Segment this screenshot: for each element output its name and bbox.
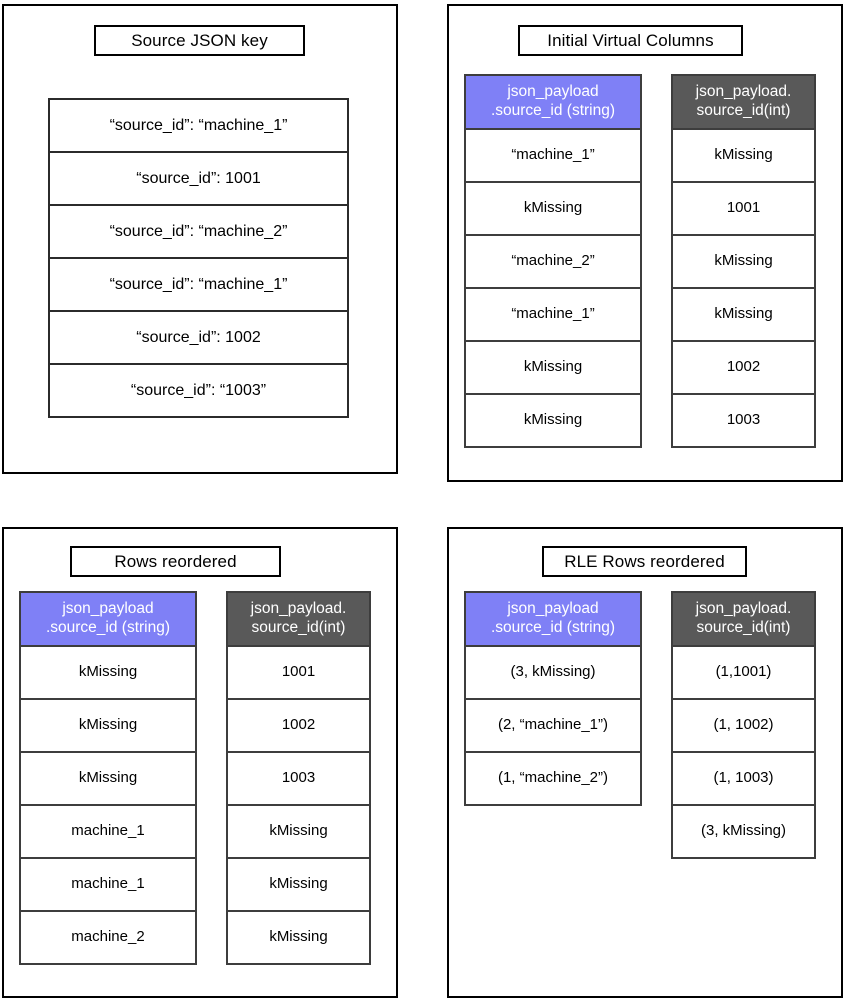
initial-int-column-table: json_payload. source_id(int) kMissing 10… [671,74,816,448]
table-row: kMissing [671,287,816,342]
table-row: “machine_1” [464,287,642,342]
column-header-string: json_payload .source_id (string) [464,74,642,130]
column-header-string-line1: json_payload [62,600,154,618]
table-row: “source_id”: “1003” [48,363,349,418]
panel-source-json-key: Source JSON key “source_id”: “machine_1”… [2,4,398,474]
table-row: “source_id”: “machine_2” [48,204,349,259]
panel-title-rle-rows-reordered: RLE Rows reordered [542,546,747,577]
table-row: kMissing [464,340,642,395]
table-row: kMissing [671,128,816,183]
reordered-string-column-table: json_payload .source_id (string) kMissin… [19,591,197,965]
panel-rle-rows-reordered: RLE Rows reordered json_payload .source_… [447,527,843,998]
table-row: (1, “machine_2”) [464,751,642,806]
column-header-int: json_payload. source_id(int) [671,74,816,130]
table-row: (2, “machine_1”) [464,698,642,753]
column-header-int-line1: json_payload. [250,600,347,618]
column-header-string: json_payload .source_id (string) [19,591,197,647]
column-header-int: json_payload. source_id(int) [226,591,371,647]
table-row: (1, 1003) [671,751,816,806]
table-row: “source_id”: 1002 [48,310,349,365]
table-row: 1001 [226,645,371,700]
table-row: 1001 [671,181,816,236]
table-row: “source_id”: “machine_1” [48,257,349,312]
table-row: kMissing [671,234,816,289]
panel-initial-virtual-columns: Initial Virtual Columns json_payload .so… [447,4,843,482]
panel-title-source-json-key: Source JSON key [94,25,305,56]
table-row: 1003 [671,393,816,448]
column-header-string-line1: json_payload [507,83,599,101]
table-row: machine_1 [19,857,197,912]
table-row: 1002 [226,698,371,753]
table-row: machine_1 [19,804,197,859]
table-row: “source_id”: “machine_1” [48,98,349,153]
rle-int-column-table: json_payload. source_id(int) (1,1001) (1… [671,591,816,859]
table-row: kMissing [464,181,642,236]
rle-string-column-table: json_payload .source_id (string) (3, kMi… [464,591,642,806]
column-header-int-line2: source_id(int) [696,619,791,636]
initial-string-column-table: json_payload .source_id (string) “machin… [464,74,642,448]
table-row: (3, kMissing) [464,645,642,700]
table-row: machine_2 [19,910,197,965]
table-row: “machine_1” [464,128,642,183]
column-header-string-line1: json_payload [507,600,599,618]
source-json-key-table: “source_id”: “machine_1” “source_id”: 10… [48,98,349,418]
table-row: 1003 [226,751,371,806]
column-header-string: json_payload .source_id (string) [464,591,642,647]
column-header-int-line2: source_id(int) [696,102,791,119]
reordered-int-column-table: json_payload. source_id(int) 1001 1002 1… [226,591,371,965]
table-row: kMissing [19,645,197,700]
table-row: 1002 [671,340,816,395]
panel-title-initial-virtual-columns: Initial Virtual Columns [518,25,743,56]
column-header-int-line2: source_id(int) [251,619,346,636]
table-row: kMissing [226,804,371,859]
table-row: (3, kMissing) [671,804,816,859]
column-header-int: json_payload. source_id(int) [671,591,816,647]
column-header-string-line2: .source_id (string) [45,619,171,636]
table-row: (1, 1002) [671,698,816,753]
table-row: kMissing [464,393,642,448]
panel-title-rows-reordered: Rows reordered [70,546,281,577]
panel-rows-reordered: Rows reordered json_payload .source_id (… [2,527,398,998]
table-row: kMissing [226,910,371,965]
table-row: kMissing [19,751,197,806]
column-header-string-line2: .source_id (string) [490,102,616,119]
table-row: kMissing [226,857,371,912]
column-header-string-line2: .source_id (string) [490,619,616,636]
table-row: (1,1001) [671,645,816,700]
column-header-int-line1: json_payload. [695,83,792,101]
column-header-int-line1: json_payload. [695,600,792,618]
table-row: “machine_2” [464,234,642,289]
table-row: kMissing [19,698,197,753]
table-row: “source_id”: 1001 [48,151,349,206]
